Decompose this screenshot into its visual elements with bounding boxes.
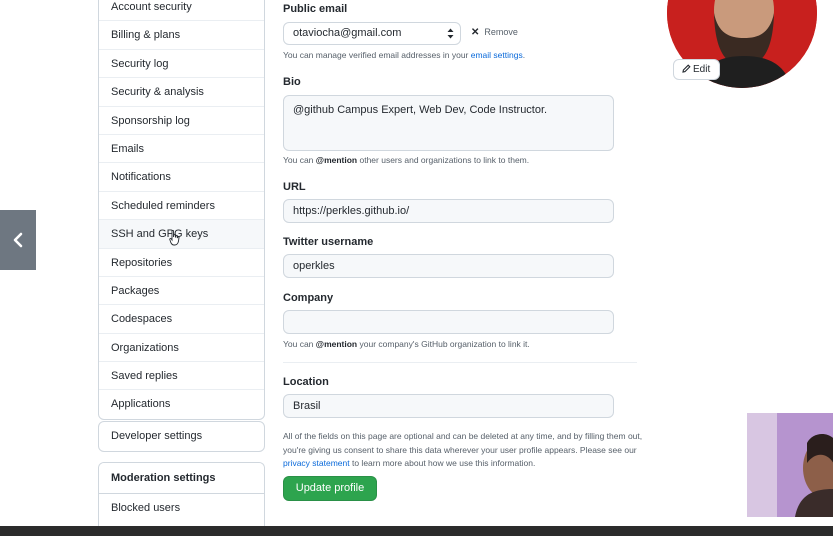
webcam-person [747,413,833,517]
company-label: Company [283,292,334,304]
mention-text: @mention [315,155,358,165]
remove-email-button[interactable]: ✕ Remove [471,27,518,38]
note-text: other users and organizations to link to… [357,155,530,165]
sidebar-item-developer-settings[interactable]: Developer settings [98,421,265,452]
settings-menu: Account security Billing & plans Securit… [98,0,265,420]
url-label: URL [283,181,306,193]
sidebar-item-applications[interactable]: Applications [99,390,264,418]
sidebar-item-billing[interactable]: Billing & plans [99,21,264,50]
note-text: You can [283,155,316,165]
sidebar-item-ssh-gpg-keys[interactable]: SSH and GPG keys [99,220,264,249]
sidebar-item-account-security[interactable]: Account security [99,0,264,22]
settings-sidebar: Account security Billing & plans Securit… [98,0,265,420]
sidebar-item-packages[interactable]: Packages [99,277,264,306]
sidebar-item-notifications[interactable]: Notifications [99,163,264,192]
note-text: You can manage verified email addresses … [283,50,471,60]
url-input[interactable]: https://perkles.github.io/ [283,199,614,223]
public-email-value: otaviocha@gmail.com [293,27,402,39]
privacy-notice-text: to learn more about how we use this info… [349,458,536,468]
pencil-icon [682,64,691,73]
hand-cursor-icon [169,230,180,246]
sidebar-item-blocked-users[interactable]: Blocked users [99,494,264,522]
sidebar-item-repositories[interactable]: Repositories [99,249,264,277]
edit-label: Edit [693,64,711,75]
update-profile-button[interactable]: Update profile [283,476,377,501]
sidebar-item-organizations[interactable]: Organizations [99,334,264,363]
chevron-left-icon [13,232,23,248]
select-arrows-icon [447,28,454,39]
privacy-notice: All of the fields on this page are optio… [283,430,643,471]
sidebar-item-security-analysis[interactable]: Security & analysis [99,78,264,107]
sidebar-item-saved-replies[interactable]: Saved replies [99,362,264,391]
note-text: . [522,50,526,60]
moderation-settings-menu: Moderation settings Blocked users [98,462,265,532]
note-text: You can [283,339,316,349]
remove-label: Remove [484,27,518,37]
mention-text: @mention [315,339,358,349]
moderation-settings-heading: Moderation settings [99,463,264,494]
company-note: You can @mention your company's GitHub o… [283,339,530,349]
sidebar-item-codespaces[interactable]: Codespaces [99,305,264,334]
twitter-username-input[interactable]: operkles [283,254,614,278]
sidebar-item-security-log[interactable]: Security log [99,50,264,79]
sidebar-collapse-button[interactable] [0,210,36,270]
public-email-note: You can manage verified email addresses … [283,50,525,60]
privacy-notice-text: All of the fields on this page are optio… [283,431,643,455]
close-icon: ✕ [471,27,480,38]
twitter-username-label: Twitter username [283,236,374,248]
sidebar-item-scheduled-reminders[interactable]: Scheduled reminders [99,192,264,221]
webcam-overlay [747,413,833,517]
bio-label: Bio [283,76,301,88]
note-text: your company's GitHub organization to li… [357,339,530,349]
bio-note: You can @mention other users and organiz… [283,155,529,165]
sidebar-item-emails[interactable]: Emails [99,135,264,164]
email-settings-link[interactable]: email settings [471,50,523,60]
location-input[interactable]: Brasil [283,394,614,418]
location-label: Location [283,376,329,388]
public-email-select[interactable]: otaviocha@gmail.com [283,22,461,45]
public-email-label: Public email [283,3,348,15]
bio-textarea[interactable]: @github Campus Expert, Web Dev, Code Ins… [283,95,614,151]
company-input[interactable] [283,310,614,334]
section-divider [283,362,637,363]
taskbar [0,526,833,536]
edit-avatar-button[interactable]: Edit [673,59,720,80]
sidebar-item-sponsorship-log[interactable]: Sponsorship log [99,107,264,135]
privacy-statement-link[interactable]: privacy statement [283,458,350,468]
